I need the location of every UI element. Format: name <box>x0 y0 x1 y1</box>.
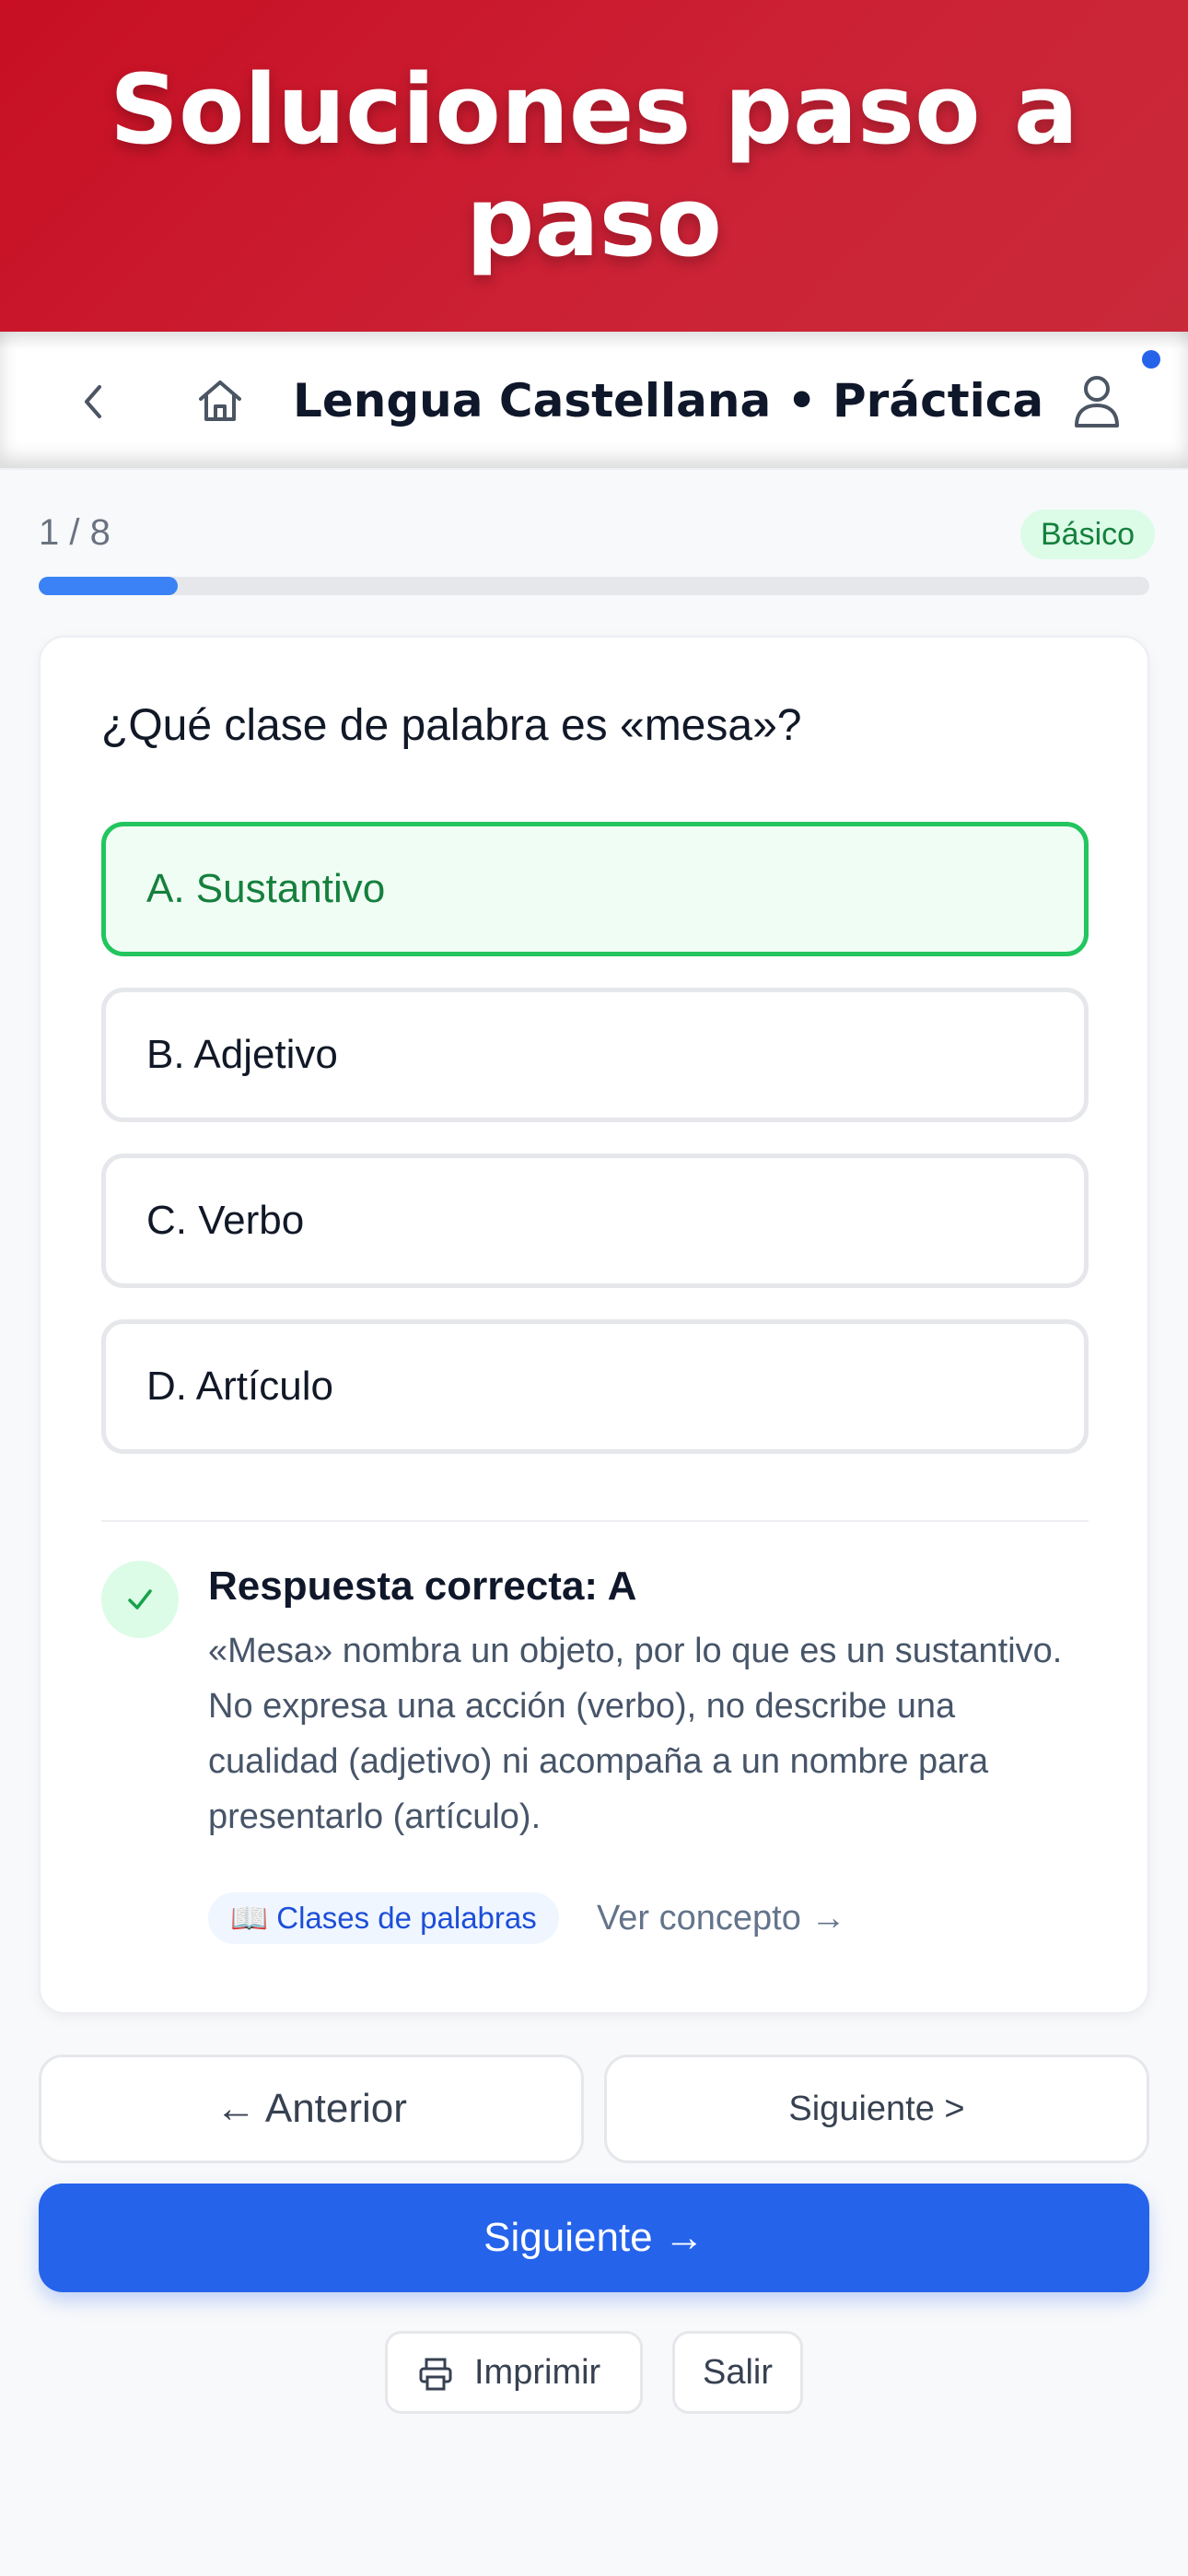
progress-bar-fill <box>39 577 178 595</box>
view-concept-link[interactable]: Ver concepto → <box>597 1892 845 1944</box>
answer-title: Respuesta correcta: A <box>208 1563 637 1609</box>
concept-tag[interactable]: 📖 Clases de palabras <box>208 1892 559 1944</box>
option-d[interactable]: D. Artículo <box>101 1319 1089 1454</box>
level-badge: Básico <box>1020 509 1156 559</box>
divider <box>101 1520 1089 1522</box>
question-text: ¿Qué clase de palabra es «mesa»? <box>101 701 802 750</box>
top-navbar: Lengua Castellana • Práctica <box>0 332 1188 470</box>
print-label: Imprimir <box>474 2353 601 2392</box>
notification-dot <box>1142 350 1160 369</box>
previous-button[interactable]: ← Anterior <box>39 2055 584 2163</box>
header-banner: Soluciones paso a paso <box>0 0 1188 332</box>
user-profile-icon[interactable] <box>1072 372 1122 429</box>
banner-title: Soluciones paso a paso <box>110 53 1078 278</box>
print-button[interactable]: Imprimir <box>385 2331 643 2414</box>
home-icon[interactable] <box>193 374 247 427</box>
option-c[interactable]: C. Verbo <box>101 1153 1089 1288</box>
back-chevron-icon[interactable] <box>70 378 118 426</box>
page-title: Lengua Castellana • Práctica <box>293 374 1044 427</box>
question-card: ¿Qué clase de palabra es «mesa»? A. Sust… <box>39 636 1149 2014</box>
answer-explanation: «Mesa» nombra un objeto, por lo que es u… <box>208 1632 1063 1836</box>
option-b[interactable]: B. Adjetivo <box>101 988 1089 1122</box>
printer-icon <box>419 2358 452 2391</box>
progress-bar <box>39 577 1149 595</box>
progress-counter: 1 / 8 <box>39 512 111 553</box>
next-button-primary[interactable]: Siguiente → <box>39 2184 1149 2292</box>
next-button-outline[interactable]: Siguiente > <box>604 2055 1149 2163</box>
option-a[interactable]: A. Sustantivo <box>101 822 1089 956</box>
exit-button[interactable]: Salir <box>672 2331 803 2414</box>
check-icon <box>101 1561 179 1638</box>
